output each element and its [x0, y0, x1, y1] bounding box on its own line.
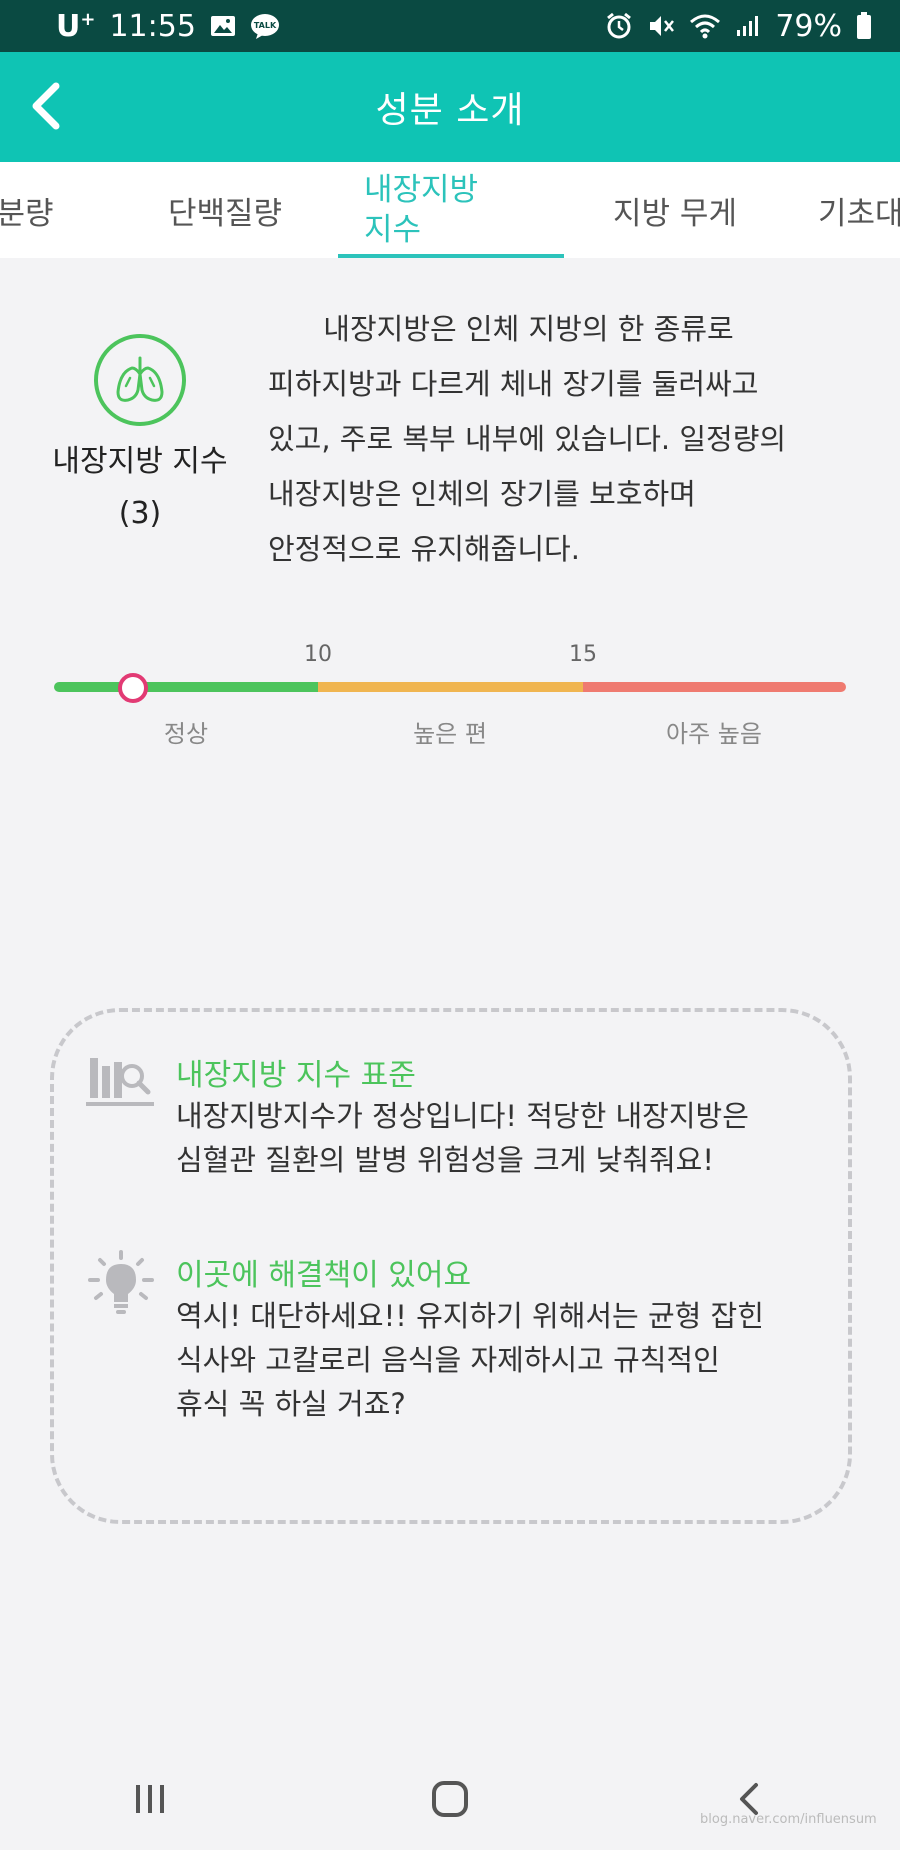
description-line: 안정적으로 유지해줍니다. — [268, 532, 580, 566]
carrier-name: U — [56, 8, 81, 44]
tip-line: 휴식 꼭 하실 거죠? — [176, 1387, 406, 1421]
range-scale: 10 15 정상 높은 편 아주 높음 — [0, 630, 900, 750]
status-right: 79% — [605, 9, 872, 44]
carrier-sup: + — [80, 8, 96, 30]
scale-tick: 15 — [569, 642, 597, 667]
tab-weight-partial[interactable]: 분량 — [0, 162, 80, 258]
current-value-marker — [118, 673, 149, 703]
tip-line: 내장지방지수가 정상입니다! 적당한 내장지방은 — [176, 1099, 749, 1133]
gallery-icon — [210, 15, 236, 37]
tab-bar: 분량 단백질량 내장지방 지수 지방 무게 기초대 — [0, 162, 900, 258]
tip-text: 내장지방지수가 정상입니다! 적당한 내장지방은 심혈관 질환의 발병 위험성을… — [176, 1094, 856, 1182]
battery-percent: 79% — [775, 8, 842, 44]
talk-icon: TALK — [250, 13, 280, 39]
recent-apps-icon — [136, 1785, 164, 1813]
system-nav-bar — [0, 1748, 900, 1850]
home-icon — [432, 1781, 468, 1817]
home-button[interactable] — [410, 1759, 490, 1839]
watermark: blog.naver.com/influensum — [700, 1812, 877, 1827]
status-bar: U+ 11:55 TALK 79% — [0, 0, 900, 52]
tip-line: 식사와 고칼로리 음식을 자제하시고 규칙적인 — [176, 1343, 720, 1377]
description-line: 내장지방은 인체의 장기를 보호하며 — [268, 477, 696, 511]
wifi-icon — [689, 13, 721, 39]
metric-label: 내장지방 지수 — [52, 444, 228, 479]
tab-active-indicator — [338, 254, 564, 258]
status-time: 11:55 — [109, 8, 196, 44]
tip-text: 역시! 대단하세요!! 유지하기 위해서는 균형 잡힌 식사와 고칼로리 음식을… — [176, 1294, 856, 1426]
metric-value: (3) — [118, 496, 162, 531]
tab-visceral-fat[interactable]: 내장지방 지수 — [338, 162, 564, 258]
signal-icon — [735, 14, 761, 38]
back-button[interactable] — [14, 74, 78, 138]
range-label-normal: 정상 — [163, 720, 209, 748]
tab-fat-mass[interactable]: 지방 무게 — [590, 162, 760, 258]
tip-title: 내장지방 지수 표준 — [176, 1058, 416, 1093]
svg-text:TALK: TALK — [254, 21, 277, 30]
page-title: 성분 소개 — [375, 90, 525, 131]
range-label-very-high: 아주 높음 — [666, 720, 762, 748]
scale-tick: 10 — [304, 642, 332, 667]
tip-line: 심혈관 질환의 발병 위험성을 크게 낮춰줘요! — [176, 1143, 714, 1177]
description-line: 피하지방과 다르게 체내 장기를 둘러싸고 — [268, 367, 759, 401]
lightbulb-icon — [86, 1250, 156, 1320]
range-bar-normal — [54, 682, 318, 692]
carrier-label: U+ — [56, 9, 95, 44]
lungs-icon — [94, 334, 186, 426]
tip-title: 이곳에 해결책이 있어요 — [176, 1258, 472, 1293]
alarm-icon — [605, 12, 633, 40]
description-line: 있고, 주로 복부 내부에 있습니다. 일정량의 — [268, 422, 787, 456]
description-line: 내장지방은 인체 지방의 한 종류로 — [268, 312, 734, 346]
range-bar-very-high — [583, 682, 846, 692]
recent-apps-button[interactable] — [110, 1759, 190, 1839]
description: 내장지방은 인체 지방의 한 종류로 피하지방과 다르게 체내 장기를 둘러싸고… — [268, 302, 888, 577]
tab-protein[interactable]: 단백질량 — [130, 162, 320, 258]
range-bar-high — [318, 682, 583, 692]
range-label-high: 높은 편 — [413, 720, 487, 748]
chevron-left-icon — [32, 82, 60, 130]
tip-line: 역시! 대단하세요!! 유지하기 위해서는 균형 잡힌 — [176, 1299, 764, 1333]
status-left: U+ 11:55 TALK — [56, 9, 280, 44]
chart-search-icon — [86, 1050, 156, 1120]
mute-icon — [647, 12, 675, 40]
system-back-button[interactable] — [710, 1759, 790, 1839]
app-bar: 성분 소개 — [0, 52, 900, 162]
battery-icon — [856, 12, 872, 40]
tab-basal-partial[interactable]: 기초대 — [818, 162, 900, 258]
